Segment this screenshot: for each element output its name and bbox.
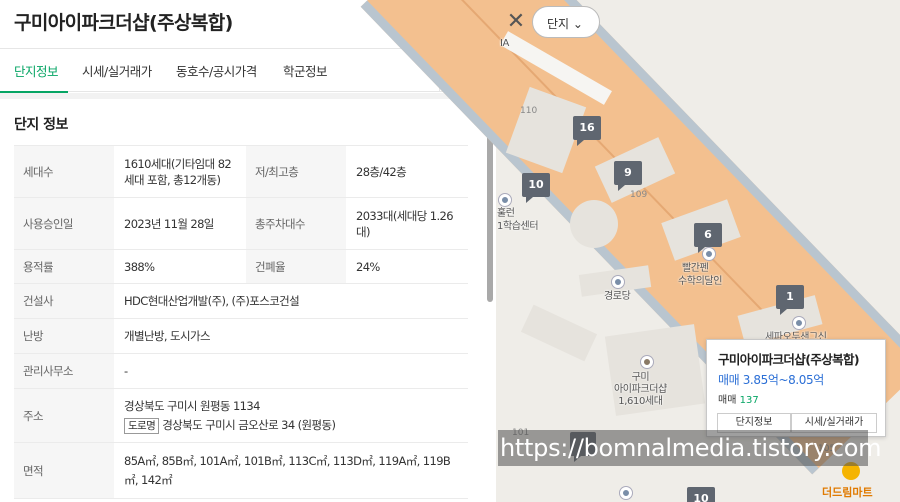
listing-marker[interactable]: 9 xyxy=(614,161,642,191)
complex-map-label: 구미 아이파크더샵 1,610세대 xyxy=(614,372,667,407)
label-management-office: 관리사무소 xyxy=(14,353,114,389)
page-title: 구미아이파크더샵(주상복합) xyxy=(14,12,233,34)
table-row: 관리사무소 - xyxy=(14,353,468,389)
value-heating: 개별난방, 도시가스 xyxy=(114,318,468,354)
table-row: 난방 개별난방, 도시가스 xyxy=(14,318,468,354)
watermark-overlay: https://bomnalmedia.tistory.com xyxy=(498,430,882,466)
complex-info-panel: 구미아이파크더샵(주상복합) 단지정보 시세/실거래가 동호수/공시가격 학군정… xyxy=(0,0,484,502)
value-parking: 2033대(세대당 1.26대) xyxy=(346,197,468,250)
academy-pin-icon[interactable] xyxy=(703,248,715,260)
app-root: 구미아이파크더샵(주상복합) 단지정보 시세/실거래가 동호수/공시가격 학군정… xyxy=(0,0,900,502)
complex-popup[interactable]: 구미아이파크더샵(주상복합) 매매 3.85억~8.05억 매매 137 단지정… xyxy=(706,339,886,437)
poi-pin-icon[interactable] xyxy=(793,317,805,329)
info-table: 세대수 1610세대(기타임대 82세대 포함, 총12개동) 저/최고층 28… xyxy=(14,145,468,499)
road-name-tag: 도로명 xyxy=(124,417,160,434)
listing-marker[interactable]: 16 xyxy=(573,116,601,146)
listing-marker[interactable]: 6 xyxy=(694,223,722,253)
label-heating: 난방 xyxy=(14,318,114,354)
popup-count: 매매 137 xyxy=(718,391,759,406)
value-builder: HDC현대산업개발(주), (주)포스코건설 xyxy=(114,283,468,319)
address-road: 경상북도 구미시 금오산로 34 (원평동) xyxy=(162,417,336,432)
apartment-pin-icon[interactable] xyxy=(641,356,653,368)
tab-school[interactable]: 학군정보 xyxy=(283,61,328,80)
value-far: 388% xyxy=(114,249,246,284)
poi-pin-icon[interactable] xyxy=(620,487,632,499)
tab-unit-price[interactable]: 동호수/공시가격 xyxy=(176,61,257,80)
table-row: 주소 경상북도 구미시 원평동 1134 도로명 경상북도 구미시 금오산로 34… xyxy=(14,388,468,443)
listing-marker[interactable]: 10 xyxy=(687,487,715,502)
address-lot: 경상북도 구미시 원평동 1134 xyxy=(124,398,260,413)
table-row: 세대수 1610세대(기타임대 82세대 포함, 총12개동) 저/최고층 28… xyxy=(14,145,468,198)
listing-marker[interactable]: 10 xyxy=(522,173,550,203)
senior-center-pin-icon[interactable] xyxy=(612,276,624,288)
map-label-mart: 더드림마트 xyxy=(822,486,873,499)
value-area: 85A㎡, 85B㎡, 101A㎡, 101B㎡, 113C㎡, 113D㎡, … xyxy=(114,442,468,499)
value-management-office: - xyxy=(114,353,468,389)
label-builder: 건설사 xyxy=(14,283,114,319)
map-label: 경로당 xyxy=(604,291,631,302)
table-row: 사용승인일 2023년 11월 28일 총주차대수 2033대(세대당 1.26… xyxy=(14,197,468,250)
listing-marker[interactable]: 1 xyxy=(776,285,804,315)
popup-count-value: 137 xyxy=(739,395,759,406)
table-row: 건설사 HDC현대산업개발(주), (주)포스코건설 xyxy=(14,283,468,319)
value-bcr: 24% xyxy=(346,249,468,284)
complex-filter-chip[interactable]: 단지 ⌄ xyxy=(532,6,600,38)
tab-complex-info[interactable]: 단지정보 xyxy=(14,61,59,80)
divider xyxy=(0,93,484,99)
table-row: 면적 85A㎡, 85B㎡, 101A㎡, 101B㎡, 113C㎡, 113D… xyxy=(14,442,468,499)
label-approval-date: 사용승인일 xyxy=(14,197,114,250)
map-label: 수학의달인 xyxy=(678,276,723,287)
popup-count-label: 매매 xyxy=(718,395,737,406)
map-label: 빨간펜 xyxy=(682,263,709,274)
round-plaza xyxy=(570,200,618,248)
label-floors: 저/최고층 xyxy=(246,145,346,198)
section-title: 단지 정보 xyxy=(14,117,68,133)
tab-price[interactable]: 시세/실거래가 xyxy=(82,61,152,80)
building-number: 110 xyxy=(520,106,538,116)
table-row: 용적률 388% 건폐율 24% xyxy=(14,249,468,284)
map-label: 1학습센터 xyxy=(497,221,539,232)
popup-title: 구미아이파크더샵(주상복합) xyxy=(718,352,860,367)
label-far: 용적률 xyxy=(14,249,114,284)
label-address: 주소 xyxy=(14,388,114,443)
value-floors: 28층/42층 xyxy=(346,145,468,198)
building-number: 109 xyxy=(630,190,648,200)
label-area: 면적 xyxy=(14,442,114,499)
value-address: 경상북도 구미시 원평동 1134 도로명 경상북도 구미시 금오산로 34 (원… xyxy=(114,388,468,443)
value-approval-date: 2023년 11월 28일 xyxy=(114,197,246,250)
academy-pin-icon[interactable] xyxy=(499,194,511,206)
address-road-line: 도로명 경상북도 구미시 금오산로 34 (원평동) xyxy=(124,417,462,434)
value-households: 1610세대(기타임대 82세대 포함, 총12개동) xyxy=(114,145,246,198)
label-parking: 총주차대수 xyxy=(246,197,346,250)
popup-price: 매매 3.85억~8.05억 xyxy=(718,373,824,387)
map-label: IA xyxy=(500,38,509,49)
close-map-button[interactable]: ✕ xyxy=(504,8,528,36)
map-label: 훌런 xyxy=(497,208,515,219)
label-bcr: 건폐율 xyxy=(246,249,346,284)
label-households: 세대수 xyxy=(14,145,114,198)
